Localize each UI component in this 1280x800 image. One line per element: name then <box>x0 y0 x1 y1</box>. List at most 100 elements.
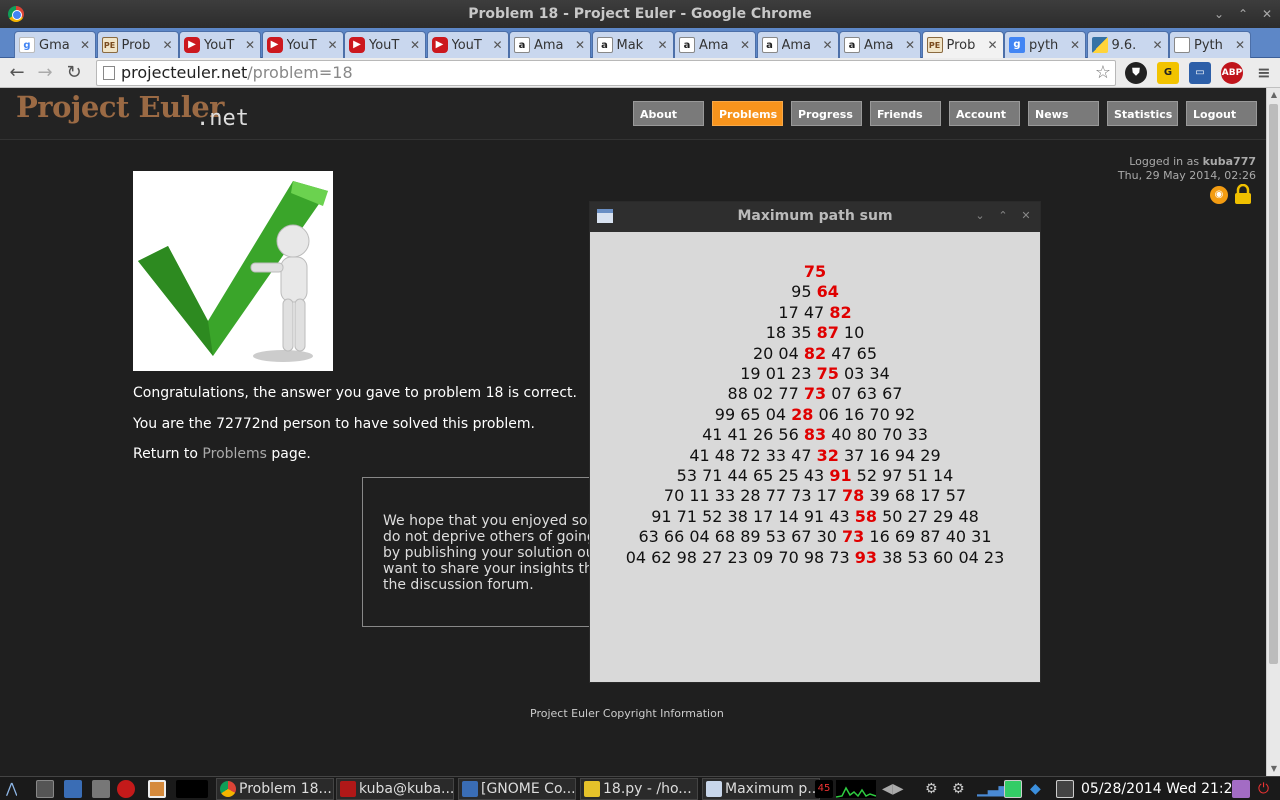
nav-friends[interactable]: Friends <box>870 101 941 126</box>
tab-4[interactable]: ▶ YouT ✕ <box>344 31 426 58</box>
close-window-icon[interactable]: ✕ <box>1256 0 1278 28</box>
popup-minimize-icon[interactable]: ⌄ <box>970 202 990 230</box>
rss-icon[interactable]: ◉ <box>1210 186 1228 204</box>
tab-close-icon[interactable]: ✕ <box>822 38 834 52</box>
row-prefix: 95 <box>791 282 817 302</box>
windows-switcher-icon[interactable] <box>92 780 110 798</box>
tab-14[interactable]: Pyth ✕ <box>1169 31 1251 58</box>
tab-close-icon[interactable]: ✕ <box>1234 38 1246 52</box>
tab-9[interactable]: a Ama ✕ <box>756 31 839 58</box>
tab-6[interactable]: a Ama ✕ <box>509 31 591 58</box>
triangle-row: 20 04 82 47 65 <box>590 344 1040 364</box>
display-icon[interactable] <box>1056 780 1074 798</box>
tab-11[interactable]: PE Prob ✕ <box>921 31 1004 58</box>
tab-8[interactable]: a Ama ✕ <box>674 31 756 58</box>
popup-maximize-icon[interactable]: ⌃ <box>993 202 1013 230</box>
tab-close-icon[interactable]: ✕ <box>904 38 916 52</box>
task-label: kuba@kuba... <box>359 781 454 797</box>
tab-close-icon[interactable]: ✕ <box>327 38 339 52</box>
taskbar-task-4[interactable]: Maximum p... <box>702 778 820 800</box>
power-icon[interactable]: ⏻ <box>1258 779 1269 799</box>
tab-5[interactable]: ▶ YouT ✕ <box>426 31 509 58</box>
task-label: 18.py - /ho... <box>603 781 692 797</box>
tab-close-icon[interactable]: ✕ <box>1152 38 1164 52</box>
nav-problems[interactable]: Problems <box>712 101 783 126</box>
show-desktop-icon[interactable] <box>36 780 54 798</box>
footer-copyright[interactable]: Project Euler Copyright Information <box>530 707 724 720</box>
opera-icon[interactable] <box>117 780 135 798</box>
shield-extension-icon[interactable]: ⛊ <box>1125 62 1147 84</box>
tab-close-icon[interactable]: ✕ <box>987 38 999 52</box>
nav-about[interactable]: About <box>633 101 704 126</box>
forum-note-text: We hope that you enjoyed solving do not … <box>383 513 590 593</box>
user-icon[interactable] <box>1232 780 1250 798</box>
tab-close-icon[interactable]: ✕ <box>162 38 174 52</box>
window-extension-icon[interactable]: ▭ <box>1189 62 1211 84</box>
menu-icon[interactable]: ≡ <box>1253 62 1275 84</box>
minimize-icon[interactable]: ⌄ <box>1208 0 1230 28</box>
tab-close-icon[interactable]: ✕ <box>79 38 91 52</box>
popup-titlebar[interactable]: Maximum path sum ⌄ ⌃ ✕ <box>590 202 1040 232</box>
tab-close-icon[interactable]: ✕ <box>1069 38 1081 52</box>
site-logo[interactable]: Project Euler <box>16 90 224 124</box>
tab-close-icon[interactable]: ✕ <box>657 38 669 52</box>
address-bar[interactable]: projecteuler.net/problem=18 ☆ <box>96 60 1116 86</box>
problems-link[interactable]: Problems <box>202 446 267 462</box>
triangle-row: 95 64 <box>590 282 1040 302</box>
update-icon[interactable] <box>1004 780 1022 798</box>
reload-icon[interactable]: ↻ <box>63 62 85 84</box>
popup-close-icon[interactable]: ✕ <box>1016 202 1036 230</box>
address-host: projecteuler.net <box>121 63 248 82</box>
page-scrollbar[interactable]: ▲ ▼ <box>1266 88 1280 776</box>
address-path: /problem=18 <box>247 63 353 82</box>
clock[interactable]: 05/28/2014 Wed 21:26 <box>1081 779 1241 799</box>
start-menu-icon[interactable]: ⋀ <box>6 779 17 799</box>
tab-label: Mak <box>616 37 644 53</box>
lock-icon[interactable] <box>1234 184 1252 204</box>
tab-7[interactable]: a Mak ✕ <box>591 31 674 58</box>
tab-close-icon[interactable]: ✕ <box>409 38 421 52</box>
tab-close-icon[interactable]: ✕ <box>492 38 504 52</box>
workspace-icon[interactable] <box>148 780 166 798</box>
bookmark-star-icon[interactable]: ☆ <box>1095 61 1111 85</box>
maximum-path-sum-window[interactable]: Maximum path sum ⌄ ⌃ ✕ 75 95 64 17 47 82 18… <box>589 201 1041 683</box>
workspace-2-icon[interactable] <box>176 780 208 798</box>
tab-close-icon[interactable]: ✕ <box>574 38 586 52</box>
nav-statistics[interactable]: Statistics <box>1107 101 1178 126</box>
taskbar-task-1[interactable]: kuba@kuba... <box>336 778 454 800</box>
nav-logout[interactable]: Logout <box>1186 101 1257 126</box>
taskbar-task-2[interactable]: [GNOME Co... <box>458 778 576 800</box>
tab-10[interactable]: a Ama ✕ <box>839 31 921 58</box>
settings-gear-icon[interactable]: ⚙ <box>925 779 938 799</box>
g-extension-icon[interactable]: G <box>1157 62 1179 84</box>
settings-gear-2-icon[interactable]: ⚙ <box>952 779 965 799</box>
taskbar-task-0[interactable]: Problem 18... <box>216 778 334 800</box>
scrollbar-thumb[interactable] <box>1269 104 1278 664</box>
tab-12[interactable]: g pyth ✕ <box>1004 31 1086 58</box>
tab-13[interactable]: 9.6. ✕ <box>1086 31 1169 58</box>
nav-news[interactable]: News <box>1028 101 1099 126</box>
cpu-badge: 45 <box>815 780 833 798</box>
back-icon[interactable]: ← <box>6 62 28 84</box>
tab-1[interactable]: PE Prob ✕ <box>96 31 179 58</box>
adblock-icon[interactable]: ABP <box>1221 62 1243 84</box>
row-suffix: 52 97 51 14 <box>851 466 954 486</box>
tab-close-icon[interactable]: ✕ <box>739 38 751 52</box>
maximize-icon[interactable]: ⌃ <box>1232 0 1254 28</box>
tab-0[interactable]: g Gma ✕ <box>14 31 96 58</box>
row-suffix: 40 80 70 33 <box>826 425 928 445</box>
nav-account[interactable]: Account <box>949 101 1020 126</box>
calculator-icon[interactable] <box>64 780 82 798</box>
scroll-up-icon[interactable]: ▲ <box>1267 88 1280 102</box>
tab-label: Prob <box>121 37 151 53</box>
nav-progress[interactable]: Progress <box>791 101 862 126</box>
tab-close-icon[interactable]: ✕ <box>244 38 256 52</box>
scroll-down-icon[interactable]: ▼ <box>1267 762 1280 776</box>
tab-3[interactable]: ▶ YouT ✕ <box>261 31 344 58</box>
dropbox-icon[interactable]: ◆ <box>1030 779 1041 799</box>
site-logo-suffix[interactable]: .net <box>196 106 249 131</box>
taskbar-task-3[interactable]: 18.py - /ho... <box>580 778 698 800</box>
tab-2[interactable]: ▶ YouT ✕ <box>179 31 261 58</box>
volume-icon[interactable]: ◀▶ <box>882 779 904 799</box>
forward-icon[interactable]: → <box>34 62 56 84</box>
